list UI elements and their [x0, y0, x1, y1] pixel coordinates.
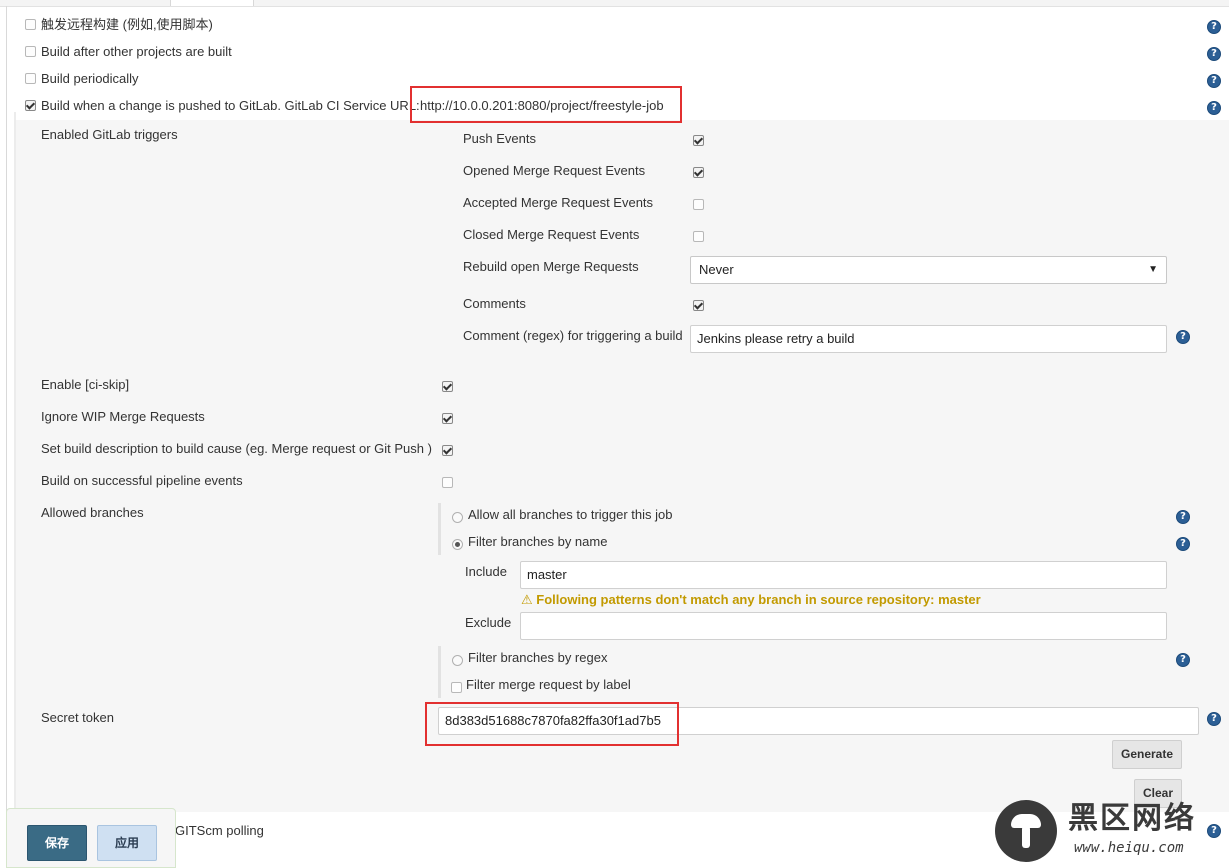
- branch-option-bar-lower: [438, 646, 441, 698]
- allow-all-branches-radio[interactable]: [452, 512, 463, 523]
- enabled-triggers-label: Enabled GitLab triggers: [41, 127, 178, 142]
- trigger-remote-label: 触发远程构建 (例如,使用脚本): [41, 17, 213, 32]
- ci-skip-checkbox[interactable]: [442, 381, 453, 392]
- scm-polling-help-icon[interactable]: ?: [1207, 824, 1221, 838]
- filter-by-name-radio[interactable]: [452, 539, 463, 550]
- exclude-input[interactable]: [520, 612, 1167, 640]
- pipeline-events-checkbox[interactable]: [442, 477, 453, 488]
- closed-mr-label: Closed Merge Request Events: [463, 227, 640, 242]
- branch-option-bar: [438, 503, 441, 555]
- scm-polling-label: GITScm polling: [175, 823, 264, 838]
- ignore-wip-label: Ignore WIP Merge Requests: [41, 409, 205, 424]
- opened-mr-label: Opened Merge Request Events: [463, 163, 646, 178]
- build-description-checkbox[interactable]: [442, 445, 453, 456]
- warning-icon: ⚠: [521, 592, 533, 607]
- secret-token-help-icon[interactable]: ?: [1207, 712, 1221, 726]
- pipeline-events-label: Build on successful pipeline events: [41, 473, 243, 488]
- url-highlight-box: [410, 86, 682, 123]
- build-after-label: Build after other projects are built: [41, 44, 232, 59]
- filter-by-regex-help-icon[interactable]: ?: [1176, 653, 1190, 667]
- watermark-url: www.heiqu.com: [1074, 840, 1184, 856]
- push-events-label: Push Events: [463, 131, 536, 146]
- save-button[interactable]: 保存: [27, 825, 87, 861]
- push-events-checkbox[interactable]: [693, 135, 704, 146]
- subsection-left-border: [14, 112, 16, 812]
- closed-mr-checkbox[interactable]: [693, 231, 704, 242]
- include-label: Include: [465, 564, 507, 579]
- watermark-brand: 黑区网络: [1068, 802, 1196, 835]
- allow-all-branches-help-icon[interactable]: ?: [1176, 510, 1190, 524]
- comments-checkbox[interactable]: [693, 300, 704, 311]
- comments-label: Comments: [463, 296, 526, 311]
- warning-text: Following patterns don't match any branc…: [536, 592, 981, 607]
- opened-mr-checkbox[interactable]: [693, 167, 704, 178]
- section-left-border: [6, 6, 7, 866]
- generate-button[interactable]: Generate: [1112, 740, 1182, 769]
- token-highlight-box: [425, 702, 679, 746]
- build-after-checkbox[interactable]: [25, 46, 36, 57]
- build-after-help-icon[interactable]: ?: [1207, 47, 1221, 61]
- build-periodically-help-icon[interactable]: ?: [1207, 74, 1221, 88]
- watermark-logo: [995, 800, 1057, 862]
- exclude-label: Exclude: [465, 615, 512, 630]
- trigger-remote-help-icon[interactable]: ?: [1207, 20, 1221, 34]
- filter-by-label-label: Filter merge request by label: [466, 677, 631, 692]
- ci-skip-label: Enable [ci-skip]: [41, 377, 130, 392]
- rebuild-mr-select[interactable]: Never ▼: [690, 256, 1167, 284]
- trigger-remote-checkbox[interactable]: [25, 19, 36, 30]
- active-tab[interactable]: [170, 0, 254, 6]
- build-description-label: Set build description to build cause (eg…: [41, 441, 432, 456]
- build-periodically-checkbox[interactable]: [25, 73, 36, 84]
- rebuild-mr-label: Rebuild open Merge Requests: [463, 259, 639, 274]
- allow-all-branches-label: Allow all branches to trigger this job: [468, 507, 673, 522]
- build-periodically-label: Build periodically: [41, 71, 139, 86]
- chevron-down-icon: ▼: [1148, 264, 1158, 275]
- allowed-branches-label: Allowed branches: [41, 505, 144, 520]
- branch-warning: ⚠ Following patterns don't match any bra…: [521, 592, 981, 608]
- comment-regex-input[interactable]: Jenkins please retry a build: [690, 325, 1167, 353]
- gitlab-push-help-icon[interactable]: ?: [1207, 101, 1221, 115]
- accepted-mr-label: Accepted Merge Request Events: [463, 195, 654, 210]
- accepted-mr-checkbox[interactable]: [693, 199, 704, 210]
- filter-by-regex-radio[interactable]: [452, 655, 463, 666]
- rebuild-mr-value: Never: [699, 262, 734, 277]
- comment-regex-help-icon[interactable]: ?: [1176, 330, 1190, 344]
- comment-regex-label: Comment (regex) for triggering a build: [463, 328, 683, 343]
- gitlab-push-label: Build when a change is pushed to GitLab.…: [41, 98, 420, 113]
- gitlab-push-checkbox[interactable]: [25, 100, 36, 111]
- filter-by-name-help-icon[interactable]: ?: [1176, 537, 1190, 551]
- include-input[interactable]: master: [520, 561, 1167, 589]
- ignore-wip-checkbox[interactable]: [442, 413, 453, 424]
- secret-token-label: Secret token: [41, 710, 114, 725]
- apply-button[interactable]: 应用: [97, 825, 157, 861]
- filter-by-name-label: Filter branches by name: [468, 534, 608, 549]
- filter-by-regex-label: Filter branches by regex: [468, 650, 608, 665]
- filter-by-label-checkbox[interactable]: [451, 682, 462, 693]
